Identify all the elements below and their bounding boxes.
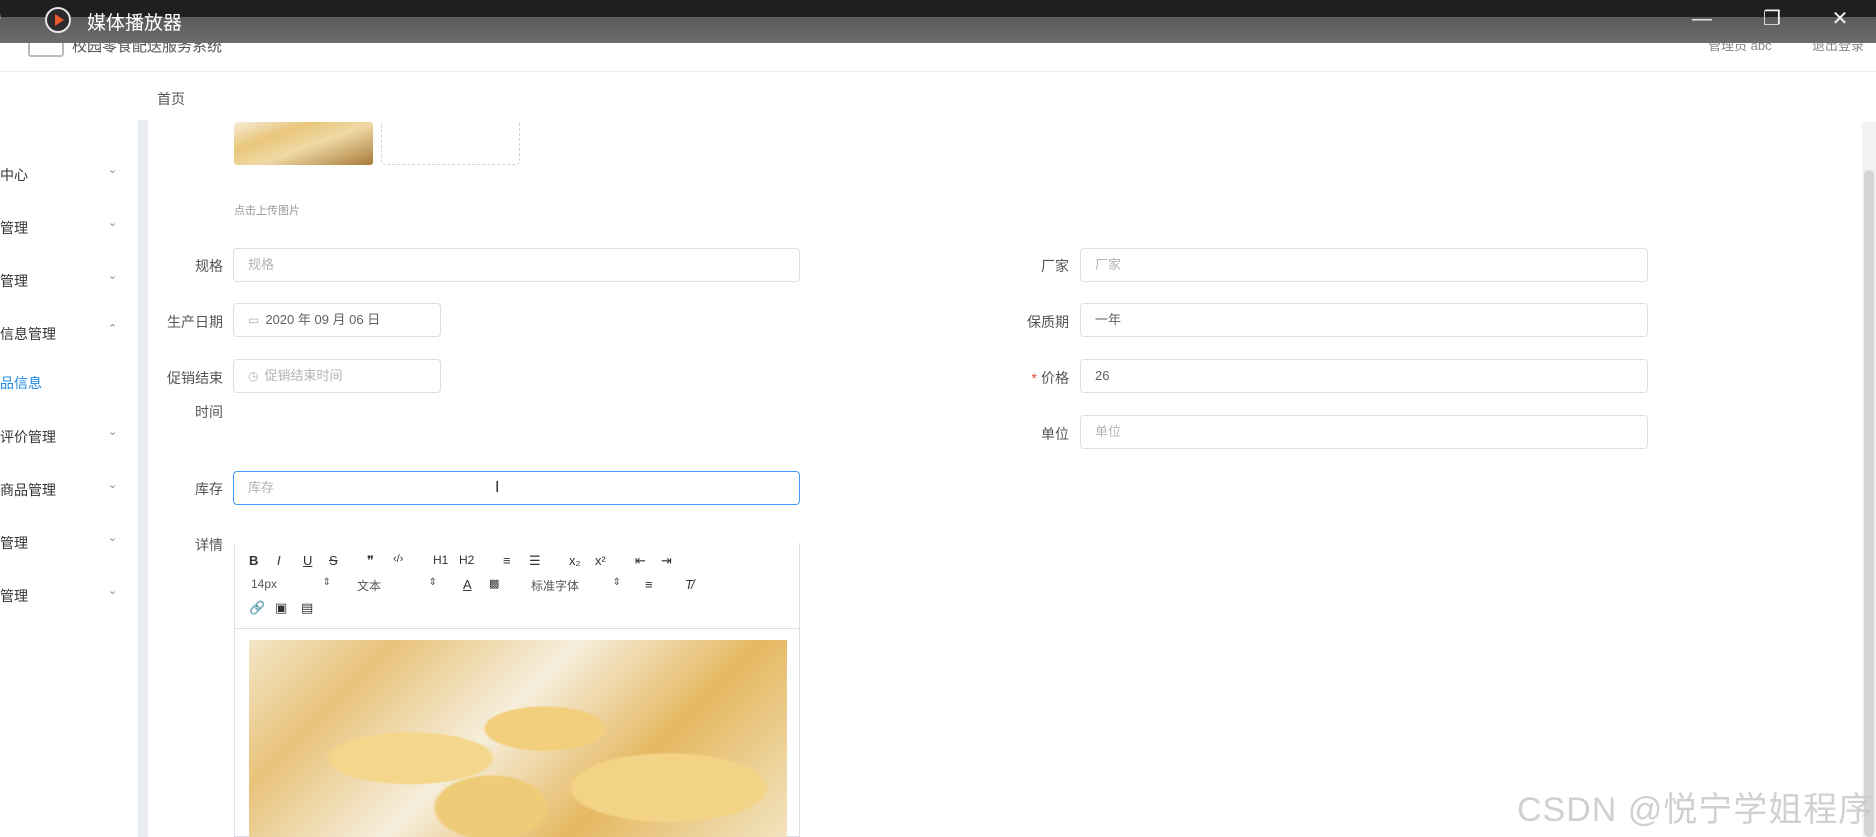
subscript-button[interactable]: x₂ [569, 553, 581, 568]
restore-button[interactable]: ❐ [1752, 5, 1792, 33]
h1-button[interactable]: H1 [433, 553, 448, 567]
underline-button[interactable]: U [303, 553, 312, 568]
price-label-text: 价格 [1041, 370, 1069, 386]
bold-button[interactable]: B [249, 553, 258, 568]
sidebar: 中心 ⌄ 管理 ⌄ 管理 ⌄ 信息管理 ⌃ 品信息 评价管理 ⌄ 商品管理 ⌄ … [0, 120, 130, 837]
sidebar-item-manage-2[interactable]: 管理 ⌄ [0, 265, 125, 295]
video-icon[interactable]: ▤ [301, 600, 313, 616]
shelf-life-label: 保质期 [1027, 314, 1069, 330]
clear-format-icon[interactable]: T̸ [685, 577, 693, 592]
upload-image-box[interactable] [381, 122, 520, 165]
bullet-list-button[interactable]: ☰ [529, 553, 541, 569]
price-label: * 价格 [989, 368, 1069, 388]
chevron-up-icon: ⌃ [108, 323, 118, 335]
sidebar-item-product-info[interactable]: 品信息 [0, 367, 125, 397]
sidebar-item-center[interactable]: 中心 ⌄ [0, 159, 125, 189]
select-arrow-icon: ⇕ [612, 577, 621, 588]
production-date-label: 生产日期 [167, 314, 223, 330]
scrollbar-thumb[interactable] [1864, 170, 1874, 837]
editor-toolbar: B I U S ❞ ‹/› H1 H2 ≡ ☰ x₂ x² ⇤ ⇥ 14px ⇕ … [235, 543, 801, 629]
ordered-list-button[interactable]: ≡ [503, 553, 511, 568]
link-icon[interactable]: 🔗 [249, 600, 265, 616]
sidebar-item-label: 管理 [0, 535, 28, 551]
sidebar-item-info-manage[interactable]: 信息管理 ⌃ [0, 318, 125, 348]
font-family-value: 标准字体 [531, 579, 580, 593]
sidebar-item-goods-manage[interactable]: 商品管理 ⌄ [0, 474, 125, 504]
sidebar-item-label: 商品管理 [0, 482, 56, 498]
font-color-icon[interactable]: A [463, 577, 472, 592]
window-title: 媒体播放器 [87, 13, 183, 34]
h2-button[interactable]: H2 [459, 553, 474, 567]
sidebar-item-label: 管理 [0, 273, 28, 289]
sidebar-item-manage-4[interactable]: 管理 ⌄ [0, 580, 125, 610]
production-date-picker[interactable]: ▭ 2020 年 09 月 06 日 [233, 303, 441, 337]
chevron-down-icon: ⌄ [108, 479, 118, 491]
font-family-select[interactable]: 标准字体 ⇕ [531, 577, 621, 594]
sidebar-item-label: 品信息 [0, 375, 42, 391]
watermark: CSDN @悦宁学姐程序 [1517, 791, 1874, 829]
spec-label: 规格 [195, 258, 223, 274]
manufacturer-label: 厂家 [1041, 258, 1069, 274]
manufacturer-input[interactable]: 厂家 [1080, 248, 1648, 282]
superscript-button[interactable]: x² [595, 553, 606, 568]
text-cursor-icon: I [495, 479, 500, 496]
close-button[interactable]: ✕ [1820, 5, 1860, 33]
unit-label: 单位 [1041, 426, 1069, 442]
minimize-button[interactable]: — [1682, 5, 1722, 33]
select-arrow-icon: ⇕ [428, 577, 437, 588]
font-size-select[interactable]: 14px ⇕ [251, 577, 331, 591]
indent-button[interactable]: ⇥ [661, 553, 672, 569]
media-player-icon [45, 7, 71, 33]
sidebar-item-manage-3[interactable]: 管理 ⌄ [0, 527, 125, 557]
chevron-down-icon: ⌄ [108, 532, 118, 544]
quote-button[interactable]: ❞ [367, 553, 374, 569]
block-type-select[interactable]: 文本 ⇕ [357, 577, 437, 594]
sidebar-item-manage-1[interactable]: 管理 ⌄ [0, 212, 125, 242]
promo-end-picker[interactable]: ◷ 促销结束时间 [233, 359, 441, 393]
chevron-down-icon: ⌄ [108, 270, 118, 282]
upload-tip: 点击上传图片 [234, 205, 300, 217]
chevron-down-icon: ⌄ [108, 426, 118, 438]
background-color-icon[interactable]: ▩ [489, 577, 499, 590]
required-mark: * [1031, 370, 1037, 386]
calendar-icon: ▭ [248, 313, 260, 327]
sidebar-item-label: 管理 [0, 588, 28, 604]
strike-button[interactable]: S [329, 553, 338, 568]
promo-end-label: 促销结束 [167, 370, 223, 386]
sidebar-item-label: 管理 [0, 220, 28, 236]
price-input[interactable]: 26 [1080, 359, 1648, 393]
uploaded-product-thumbnail[interactable] [234, 122, 373, 165]
stock-label: 库存 [195, 481, 223, 497]
italic-button[interactable]: I [277, 553, 281, 568]
promo-end-placeholder: 促销结束时间 [264, 368, 343, 383]
align-icon[interactable]: ≡ [645, 577, 653, 592]
production-date-value: 2020 年 09 月 06 日 [265, 312, 381, 327]
promo-end-label-cont: 时间 [195, 404, 223, 420]
sidebar-item-label: 中心 [0, 167, 28, 183]
select-arrow-icon: ⇕ [322, 577, 331, 588]
block-type-value: 文本 [357, 579, 382, 593]
font-size-value: 14px [251, 577, 278, 591]
edge-glyph: ) [0, 8, 1, 26]
breadcrumb[interactable]: 首页 [157, 89, 185, 109]
chevron-down-icon: ⌄ [108, 164, 118, 176]
code-button[interactable]: ‹/› [393, 553, 403, 565]
chevron-down-icon: ⌄ [108, 585, 118, 597]
sidebar-item-label: 信息管理 [0, 326, 56, 342]
outdent-button[interactable]: ⇤ [635, 553, 646, 569]
detail-label: 详情 [195, 537, 223, 553]
stock-input[interactable]: 库存 [233, 471, 800, 505]
sidebar-item-review-manage[interactable]: 评价管理 ⌄ [0, 421, 125, 451]
shelf-life-input[interactable]: 一年 [1080, 303, 1648, 337]
editor-product-image [249, 640, 787, 837]
sidebar-item-label: 评价管理 [0, 429, 56, 445]
chevron-down-icon: ⌄ [108, 217, 118, 229]
spec-input[interactable]: 规格 [233, 248, 800, 282]
media-player-titlebar: ) 媒体播放器 — ❐ ✕ [0, 0, 1876, 43]
clock-icon: ◷ [248, 369, 259, 383]
image-icon[interactable]: ▣ [275, 600, 287, 616]
rich-text-editor[interactable]: B I U S ❞ ‹/› H1 H2 ≡ ☰ x₂ x² ⇤ ⇥ 14px ⇕ … [234, 543, 801, 837]
unit-input[interactable]: 单位 [1080, 415, 1648, 449]
